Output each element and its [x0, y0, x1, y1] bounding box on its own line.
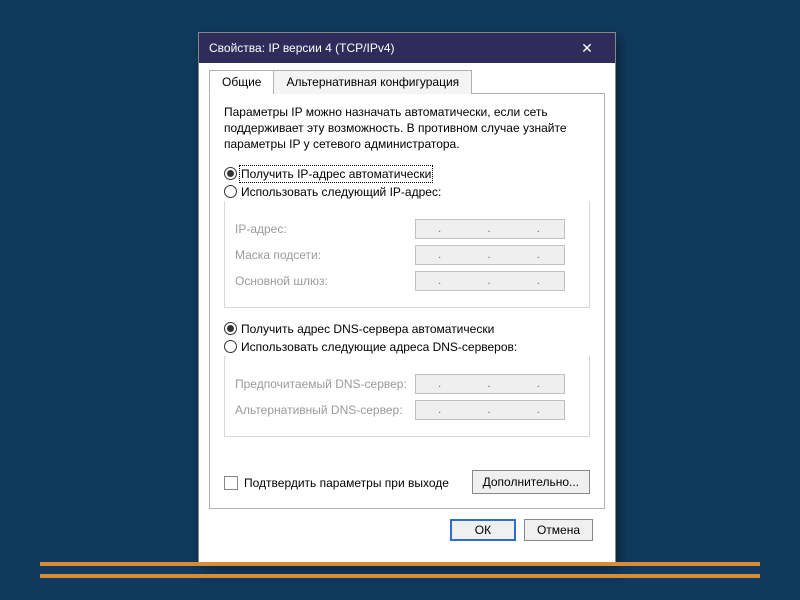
dns-auto-option[interactable]: Получить адрес DNS-сервера автоматически — [224, 322, 590, 336]
checkbox-icon — [224, 476, 238, 490]
ip-address-input: ... — [415, 219, 565, 239]
ipv4-properties-dialog: Свойства: IP версии 4 (TCP/IPv4) ✕ Общие… — [198, 32, 616, 564]
alternate-dns-row: Альтернативный DNS-сервер: ... — [235, 400, 579, 420]
description-text: Параметры IP можно назначать автоматичес… — [224, 104, 590, 153]
cancel-button[interactable]: Отмена — [524, 519, 593, 541]
radio-icon — [224, 185, 237, 198]
alternate-dns-label: Альтернативный DNS-сервер: — [235, 403, 415, 417]
gateway-input: ... — [415, 271, 565, 291]
advanced-button[interactable]: Дополнительно... — [472, 470, 590, 494]
tab-general[interactable]: Общие — [209, 70, 274, 94]
preferred-dns-label: Предпочитаемый DNS-сервер: — [235, 377, 415, 391]
radio-icon — [224, 322, 237, 335]
dns-manual-label: Использовать следующие адреса DNS-сервер… — [241, 340, 517, 354]
gateway-row: Основной шлюз: ... — [235, 271, 579, 291]
subnet-mask-input: ... — [415, 245, 565, 265]
titlebar[interactable]: Свойства: IP версии 4 (TCP/IPv4) ✕ — [199, 33, 615, 63]
ok-button[interactable]: ОК — [450, 519, 516, 541]
ip-address-row: IP-адрес: ... — [235, 219, 579, 239]
ip-auto-label: Получить IP-адрес автоматически — [241, 167, 431, 181]
ip-auto-option[interactable]: Получить IP-адрес автоматически — [224, 167, 590, 181]
tab-strip: Общие Альтернативная конфигурация — [209, 70, 605, 94]
ip-manual-label: Использовать следующий IP-адрес: — [241, 185, 441, 199]
decorative-stripe — [40, 562, 760, 566]
dialog-footer: ОК Отмена — [209, 509, 605, 553]
gateway-label: Основной шлюз: — [235, 274, 415, 288]
preferred-dns-input: ... — [415, 374, 565, 394]
ip-address-label: IP-адрес: — [235, 222, 415, 236]
preferred-dns-row: Предпочитаемый DNS-сервер: ... — [235, 374, 579, 394]
decorative-stripe — [40, 574, 760, 578]
subnet-mask-row: Маска подсети: ... — [235, 245, 579, 265]
window-title: Свойства: IP версии 4 (TCP/IPv4) — [209, 41, 567, 55]
dns-manual-option[interactable]: Использовать следующие адреса DNS-сервер… — [224, 340, 590, 354]
subnet-mask-label: Маска подсети: — [235, 248, 415, 262]
tab-panel-general: Параметры IP можно назначать автоматичес… — [209, 93, 605, 509]
alternate-dns-input: ... — [415, 400, 565, 420]
dns-fields-group: Предпочитаемый DNS-сервер: ... Альтернат… — [224, 356, 590, 437]
validate-label: Подтвердить параметры при выходе — [244, 476, 449, 490]
validate-on-exit-option[interactable]: Подтвердить параметры при выходе — [224, 476, 449, 490]
ip-manual-option[interactable]: Использовать следующий IP-адрес: — [224, 185, 590, 199]
radio-icon — [224, 340, 237, 353]
tab-alternate[interactable]: Альтернативная конфигурация — [273, 70, 472, 94]
close-icon: ✕ — [581, 40, 593, 57]
dialog-body: Общие Альтернативная конфигурация Параме… — [199, 63, 615, 563]
close-button[interactable]: ✕ — [567, 33, 607, 63]
dns-auto-label: Получить адрес DNS-сервера автоматически — [241, 322, 494, 336]
ip-fields-group: IP-адрес: ... Маска подсети: ... Основно… — [224, 201, 590, 308]
radio-icon — [224, 167, 237, 180]
